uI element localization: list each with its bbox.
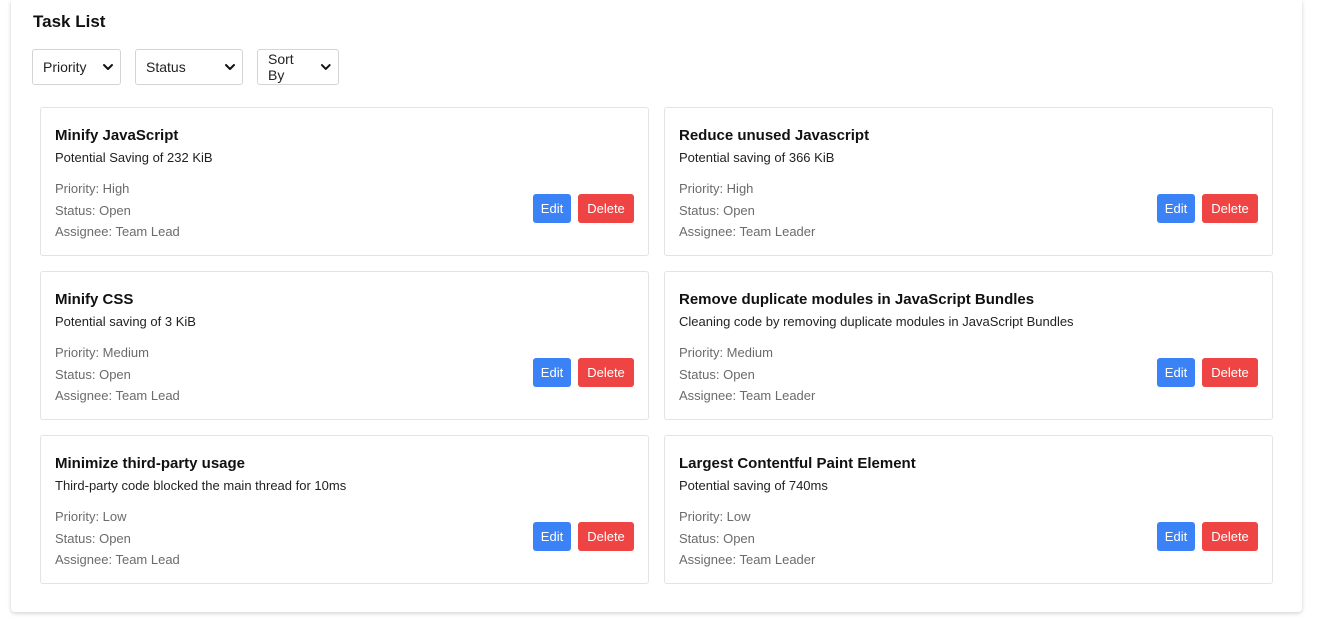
task-list-panel: Task List Priority Status Sort By Minify…: [11, 0, 1302, 612]
assignee-value: Team Lead: [115, 224, 180, 239]
task-description: Potential saving of 3 KiB: [55, 314, 196, 329]
edit-button[interactable]: Edit: [533, 194, 571, 223]
edit-button[interactable]: Edit: [1157, 358, 1195, 387]
task-title: Remove duplicate modules in JavaScript B…: [679, 291, 1035, 308]
status-value: Open: [723, 202, 755, 218]
assignee-label: Assignee:: [55, 224, 116, 239]
task-title: Minify CSS: [55, 291, 134, 308]
status-label: Status:: [679, 202, 724, 218]
priority-value: Medium: [102, 345, 149, 360]
priority-filter-label: Priority: [43, 59, 87, 75]
status-label: Status:: [679, 366, 724, 382]
edit-button[interactable]: Edit: [533, 522, 571, 551]
task-assignee: Assignee: Team Leader: [679, 221, 1258, 243]
task-description: Potential saving of 366 KiB: [679, 150, 835, 165]
priority-value: Low: [726, 509, 751, 524]
assignee-value: Team Lead: [115, 388, 180, 403]
assignee-label: Assignee:: [55, 388, 116, 403]
status-value: Open: [99, 530, 131, 546]
edit-button[interactable]: Edit: [533, 358, 571, 387]
task-actions: Edit Delete: [1157, 194, 1258, 223]
task-title: Reduce unused Javascript: [679, 127, 870, 144]
assignee-label: Assignee:: [55, 552, 116, 567]
task-grid: Minify JavaScript Potential Saving of 23…: [40, 107, 1273, 584]
priority-label: Priority:: [679, 181, 727, 196]
task-actions: Edit Delete: [1157, 522, 1258, 551]
assignee-label: Assignee:: [679, 388, 740, 403]
status-value: Open: [723, 366, 755, 382]
delete-button[interactable]: Delete: [578, 522, 634, 551]
task-description: Cleaning code by removing duplicate modu…: [679, 314, 1074, 329]
status-value: Open: [723, 530, 755, 546]
assignee-label: Assignee:: [679, 224, 740, 239]
priority-label: Priority:: [679, 509, 727, 524]
priority-label: Priority:: [55, 345, 103, 360]
task-assignee: Assignee: Team Lead: [55, 385, 634, 407]
sort-by-label: Sort By: [268, 51, 294, 83]
edit-button[interactable]: Edit: [1157, 522, 1195, 551]
task-card: Minimize third-party usage Third-party c…: [40, 435, 649, 584]
task-description: Potential saving of 740ms: [679, 478, 828, 493]
task-assignee: Assignee: Team Leader: [679, 549, 1258, 571]
task-card: Minify JavaScript Potential Saving of 23…: [40, 107, 649, 256]
task-description: Potential Saving of 232 KiB: [55, 150, 213, 165]
delete-button[interactable]: Delete: [578, 358, 634, 387]
assignee-value: Team Leader: [739, 224, 816, 239]
status-value: Open: [99, 366, 131, 382]
priority-value: High: [726, 181, 754, 196]
task-assignee: Assignee: Team Leader: [679, 385, 1258, 407]
task-actions: Edit Delete: [533, 358, 634, 387]
page-title: Task List: [33, 12, 106, 31]
priority-label: Priority:: [679, 345, 727, 360]
task-title: Minify JavaScript: [55, 127, 179, 144]
status-label: Status:: [55, 530, 100, 546]
task-actions: Edit Delete: [533, 194, 634, 223]
edit-button[interactable]: Edit: [1157, 194, 1195, 223]
status-label: Status:: [55, 202, 100, 218]
priority-value: Medium: [726, 345, 773, 360]
delete-button[interactable]: Delete: [1202, 194, 1258, 223]
priority-value: High: [102, 181, 130, 196]
task-assignee: Assignee: Team Lead: [55, 221, 634, 243]
task-title: Minimize third-party usage: [55, 455, 246, 472]
priority-value: Low: [102, 509, 127, 524]
sort-by-select[interactable]: Sort By: [257, 49, 339, 85]
filter-bar: Priority Status Sort By: [32, 49, 339, 85]
status-label: Status:: [55, 366, 100, 382]
status-label: Status:: [679, 530, 724, 546]
status-filter-label: Status: [146, 59, 186, 75]
status-value: Open: [99, 202, 131, 218]
assignee-value: Team Leader: [739, 388, 816, 403]
priority-label: Priority:: [55, 509, 103, 524]
delete-button[interactable]: Delete: [1202, 522, 1258, 551]
task-description: Third-party code blocked the main thread…: [55, 478, 347, 493]
chevron-down-icon: [321, 64, 332, 70]
delete-button[interactable]: Delete: [1202, 358, 1258, 387]
chevron-down-icon: [225, 64, 235, 70]
priority-filter-select[interactable]: Priority: [32, 49, 121, 85]
task-assignee: Assignee: Team Lead: [55, 549, 634, 571]
task-card: Minify CSS Potential saving of 3 KiB Pri…: [40, 271, 649, 420]
task-actions: Edit Delete: [1157, 358, 1258, 387]
task-title: Largest Contentful Paint Element: [679, 455, 916, 472]
status-filter-select[interactable]: Status: [135, 49, 243, 85]
assignee-value: Team Leader: [739, 552, 816, 567]
task-card: Largest Contentful Paint Element Potenti…: [664, 435, 1273, 584]
task-card: Reduce unused Javascript Potential savin…: [664, 107, 1273, 256]
chevron-down-icon: [103, 64, 113, 70]
assignee-label: Assignee:: [679, 552, 740, 567]
priority-label: Priority:: [55, 181, 103, 196]
assignee-value: Team Lead: [115, 552, 180, 567]
delete-button[interactable]: Delete: [578, 194, 634, 223]
task-actions: Edit Delete: [533, 522, 634, 551]
task-card: Remove duplicate modules in JavaScript B…: [664, 271, 1273, 420]
